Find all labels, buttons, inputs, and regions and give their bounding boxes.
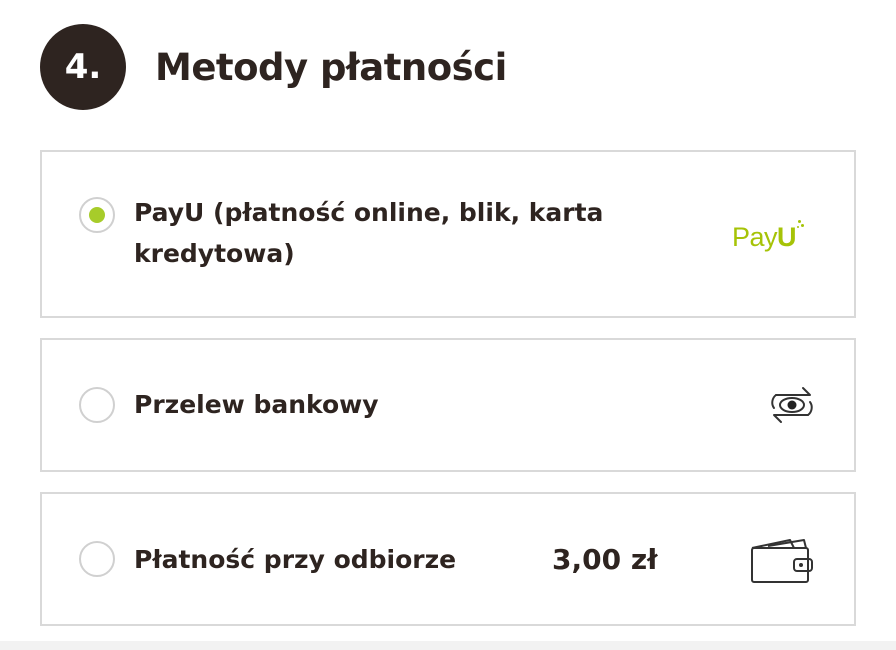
section-title: Metody płatności	[155, 45, 507, 89]
bottom-divider	[0, 641, 896, 650]
payu-logo: PayU	[732, 220, 805, 260]
payment-option-label: Przelew bankowy	[134, 390, 379, 419]
payment-methods-section: 4. Metody płatności PayU (płatność onlin…	[0, 0, 896, 650]
payment-option-label: Płatność przy odbiorze	[134, 545, 457, 574]
radio-selected-dot	[89, 207, 105, 223]
section-header: 4. Metody płatności	[40, 24, 507, 110]
bank-transfer-icon	[771, 387, 813, 423]
payment-option-price: 3,00 zł	[552, 543, 658, 576]
payu-logo-text: PayU	[732, 222, 797, 252]
payu-radio[interactable]	[79, 197, 115, 233]
payu-logo-dots	[797, 220, 805, 232]
payment-option-cash-on-delivery[interactable]: Płatność przy odbiorze 3,00 zł	[40, 492, 856, 626]
cash-on-delivery-radio[interactable]	[79, 541, 115, 577]
payment-option-label: PayU (płatność online, blik, karta kredy…	[134, 198, 604, 268]
step-number-badge: 4.	[40, 24, 126, 110]
bank-transfer-radio[interactable]	[79, 387, 115, 423]
payment-option-payu[interactable]: PayU (płatność online, blik, karta kredy…	[40, 150, 856, 318]
wallet-icon	[751, 539, 813, 583]
payment-option-bank-transfer[interactable]: Przelew bankowy	[40, 338, 856, 472]
